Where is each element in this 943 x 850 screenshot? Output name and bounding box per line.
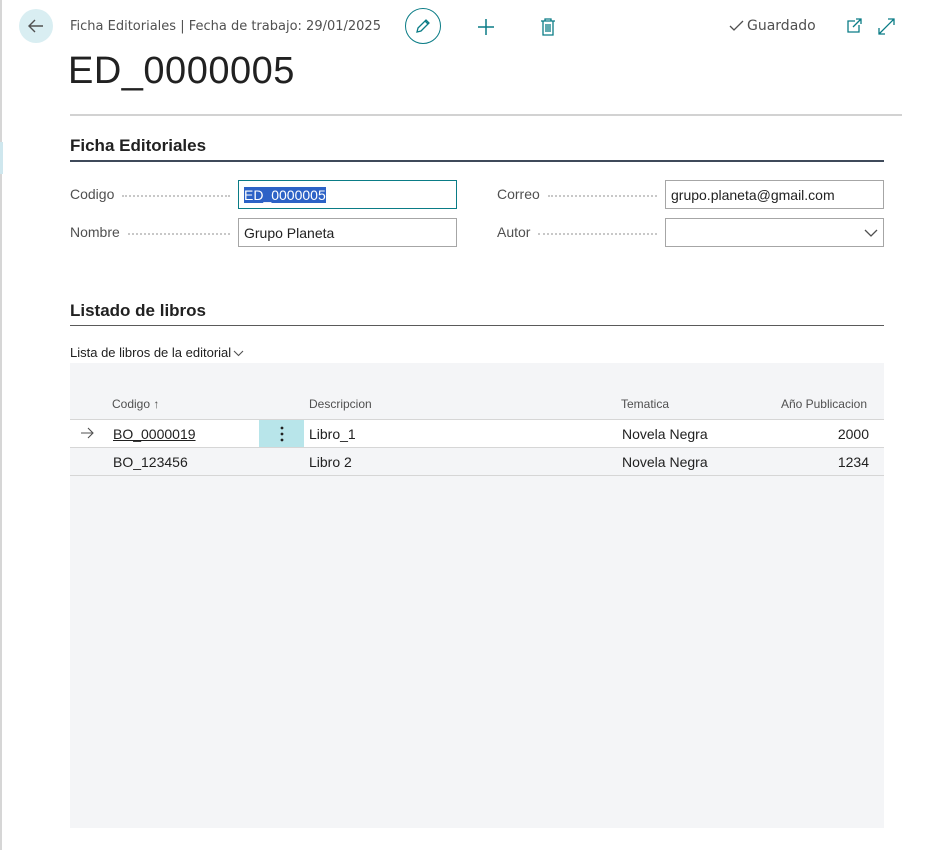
plus-icon (478, 19, 494, 35)
book-codigo-link[interactable]: BO_0000019 (113, 426, 196, 442)
book-tematica: Novela Negra (622, 426, 708, 442)
column-header-codigo[interactable]: Codigo ↑ (112, 397, 159, 411)
list-caption-menu[interactable]: Lista de libros de la editorial (70, 345, 244, 360)
autor-label-dots (538, 233, 657, 235)
codigo-label-text: Codigo (70, 186, 115, 202)
book-anio: 2000 (837, 426, 869, 442)
column-header-tematica[interactable]: Tematica (621, 397, 669, 411)
pencil-icon (416, 19, 430, 33)
codigo-label: Codigo (70, 186, 236, 202)
section-divider-libros (70, 325, 884, 326)
save-status-label: Guardado (747, 18, 816, 34)
nombre-label: Nombre (70, 224, 236, 240)
column-header-anio[interactable]: Año Publicacion (760, 397, 867, 411)
new-button[interactable] (475, 16, 497, 38)
page-title: ED_0000005 (68, 50, 295, 92)
autor-label-text: Autor (497, 224, 531, 240)
title-divider (70, 114, 902, 116)
correo-label-text: Correo (497, 186, 540, 202)
autor-label: Autor (497, 224, 663, 240)
row-actions-button[interactable] (259, 420, 304, 448)
open-new-window-button[interactable] (845, 17, 863, 35)
open-new-window-icon (847, 18, 862, 33)
nombre-field-value: Grupo Planeta (244, 224, 335, 241)
left-edge-strip (0, 0, 2, 850)
book-descripcion: Libro 2 (309, 454, 352, 470)
sort-ascending-icon: ↑ (153, 397, 160, 411)
current-row-arrow-icon (80, 426, 94, 442)
more-vertical-icon (280, 426, 283, 442)
correo-field-value: grupo.planeta@gmail.com (671, 186, 835, 203)
expand-icon (877, 17, 895, 35)
codigo-label-dots (122, 195, 230, 197)
delete-button[interactable] (537, 16, 559, 38)
book-tematica: Novela Negra (622, 454, 708, 470)
nombre-label-dots (127, 233, 230, 235)
list-caption-text: Lista de libros de la editorial (70, 345, 232, 360)
chevron-down-icon (233, 350, 244, 356)
section-title-libros[interactable]: Listado de libros (70, 301, 884, 321)
trash-icon (541, 18, 555, 36)
chevron-down-icon (864, 229, 878, 237)
table-row[interactable]: BO_123456 Libro 2 Novela Negra 1234 (70, 448, 884, 476)
table-row[interactable]: BO_0000019 Libro_1 Novela Negra 2000 (70, 420, 884, 448)
codigo-field[interactable]: ED_0000005 (238, 180, 457, 209)
book-codigo[interactable]: BO_123456 (113, 454, 188, 470)
section-title-ficha[interactable]: Ficha Editoriales (70, 136, 884, 156)
row-divider (70, 475, 884, 476)
correo-label-dots (547, 195, 657, 197)
book-descripcion: Libro_1 (309, 426, 356, 442)
correo-field[interactable]: grupo.planeta@gmail.com (665, 180, 884, 209)
save-status: Guardado (729, 18, 816, 34)
nombre-label-text: Nombre (70, 224, 120, 240)
correo-label: Correo (497, 186, 663, 202)
book-anio: 1234 (837, 454, 869, 470)
column-header-codigo-label: Codigo (112, 397, 151, 411)
left-edge-marker (0, 142, 3, 174)
autor-select[interactable] (665, 218, 884, 247)
section-divider-ficha (70, 160, 884, 162)
column-header-descripcion[interactable]: Descripcion (309, 397, 372, 411)
codigo-field-value: ED_0000005 (244, 186, 326, 203)
edit-button[interactable] (405, 8, 441, 44)
expand-button[interactable] (877, 17, 895, 35)
back-button[interactable] (19, 9, 53, 43)
nombre-field[interactable]: Grupo Planeta (238, 218, 457, 247)
header-title: Ficha Editoriales | Fecha de trabajo: 29… (70, 19, 381, 34)
checkmark-icon (729, 20, 744, 31)
back-arrow-icon (28, 19, 43, 33)
